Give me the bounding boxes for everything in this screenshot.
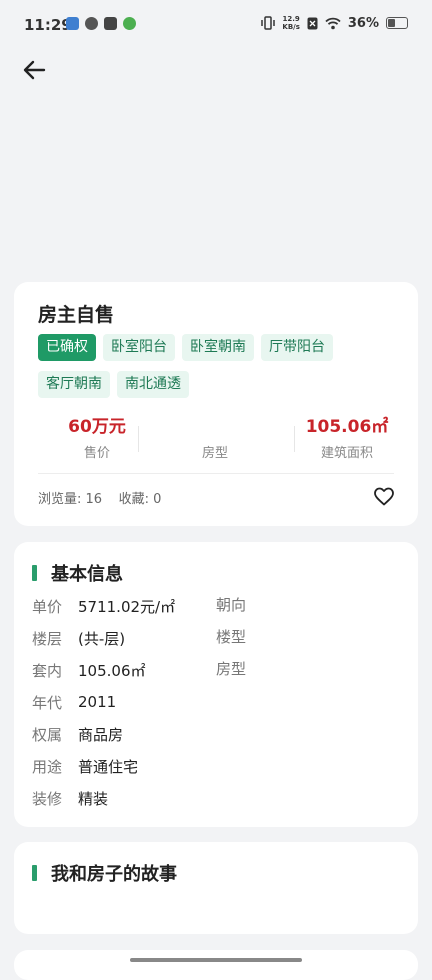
info-label: 单价	[32, 597, 63, 616]
stat-layout: 房型	[156, 414, 274, 461]
back-button[interactable]	[18, 54, 50, 86]
vibrate-icon	[261, 16, 276, 30]
info-row-unit-price: 单价 5711.02元/㎡	[32, 594, 175, 618]
tag-verified: 已确权	[38, 334, 96, 361]
battery-icon	[386, 17, 408, 29]
info-row-year: 年代 2011	[32, 690, 116, 714]
favorites-label: 收藏:	[118, 492, 149, 507]
favorites-count: 0	[153, 492, 162, 507]
stat-area: 105.06㎡ 建筑面积	[288, 414, 406, 461]
tag: 厅带阳台	[261, 334, 333, 361]
app-notification-icon	[66, 17, 79, 30]
tag: 卧室阳台	[103, 334, 175, 361]
section-accent-bar	[32, 565, 37, 581]
layout-label: 房型	[201, 446, 228, 461]
wifi-icon	[325, 17, 341, 29]
info-value: 普通住宅	[78, 757, 139, 776]
info-label: 楼层	[32, 629, 63, 648]
message-notification-icon	[104, 17, 117, 30]
area-value: 105.06㎡	[305, 417, 389, 437]
notification-icons	[66, 17, 136, 30]
tag: 卧室朝南	[182, 334, 254, 361]
story-card: 我和房子的故事	[14, 842, 418, 934]
info-label: 装修	[32, 789, 63, 808]
next-card	[14, 950, 418, 980]
info-row-decoration: 装修 精装	[32, 786, 108, 810]
tag: 客厅朝南	[38, 371, 110, 398]
layout-value	[156, 414, 274, 440]
info-value: 105.06㎡	[78, 661, 146, 680]
favorite-button[interactable]	[372, 484, 396, 508]
no-sim-icon	[307, 17, 318, 29]
divider	[138, 426, 139, 452]
listing-summary-card: 房主自售 已确权 卧室阳台 卧室朝南 厅带阳台 客厅朝南 南北通透 60万元 售…	[14, 282, 418, 526]
basic-info-card: 基本信息 单价 5711.02元/㎡ 楼层 (共-层) 套内 105.06㎡ 年…	[14, 542, 418, 827]
network-speed: 12.9 KB/s	[282, 15, 299, 31]
info-label: 年代	[32, 693, 63, 712]
info-label: 权属	[32, 725, 63, 744]
info-row-inner-area: 套内 105.06㎡	[32, 658, 146, 682]
app-notification-icon	[85, 17, 98, 30]
info-label-orientation: 朝向	[216, 596, 247, 614]
listing-title: 房主自售	[38, 304, 115, 326]
section-title: 基本信息	[51, 564, 123, 585]
views-count: 16	[85, 492, 103, 507]
info-label: 用途	[32, 757, 63, 776]
battery-percent: 36%	[347, 15, 379, 31]
section-accent-bar	[32, 865, 37, 881]
network-speed-value: 12.9	[282, 15, 300, 23]
info-label-building-type: 楼型	[216, 628, 247, 646]
info-row-floor: 楼层 (共-层)	[32, 626, 125, 650]
status-bar: 11:29 12.9 KB/s 36%	[0, 0, 432, 52]
info-row-usage: 用途 普通住宅	[32, 754, 138, 778]
view-stats: 浏览量: 16 收藏: 0	[38, 488, 161, 507]
heart-icon	[374, 487, 394, 506]
status-time: 11:29	[24, 16, 72, 34]
info-row-ownership: 权属 商品房	[32, 722, 123, 746]
section-header: 我和房子的故事	[32, 860, 177, 886]
info-label-layout: 房型	[216, 660, 247, 678]
status-right: 12.9 KB/s 36%	[261, 15, 408, 31]
section-title: 我和房子的故事	[51, 864, 177, 885]
area-label: 建筑面积	[320, 446, 373, 461]
home-indicator[interactable]	[130, 958, 302, 962]
key-stats: 60万元 售价 房型 105.06㎡ 建筑面积	[38, 414, 394, 464]
network-speed-unit: KB/s	[282, 23, 300, 31]
info-value: 商品房	[78, 725, 124, 744]
info-label: 套内	[32, 661, 63, 680]
app-notification-icon	[123, 17, 136, 30]
info-value: (共-层)	[78, 629, 126, 648]
divider	[38, 473, 394, 474]
battery-level	[388, 19, 396, 27]
views-label: 浏览量:	[38, 492, 82, 507]
tag: 南北通透	[117, 371, 189, 398]
info-value: 2011	[78, 693, 117, 711]
feature-tags: 已确权 卧室阳台 卧室朝南 厅带阳台 客厅朝南 南北通透	[38, 334, 398, 398]
info-value: 5711.02元/㎡	[78, 597, 176, 616]
section-header: 基本信息	[32, 560, 123, 586]
back-arrow-icon	[23, 60, 46, 80]
info-value: 精装	[78, 789, 109, 808]
